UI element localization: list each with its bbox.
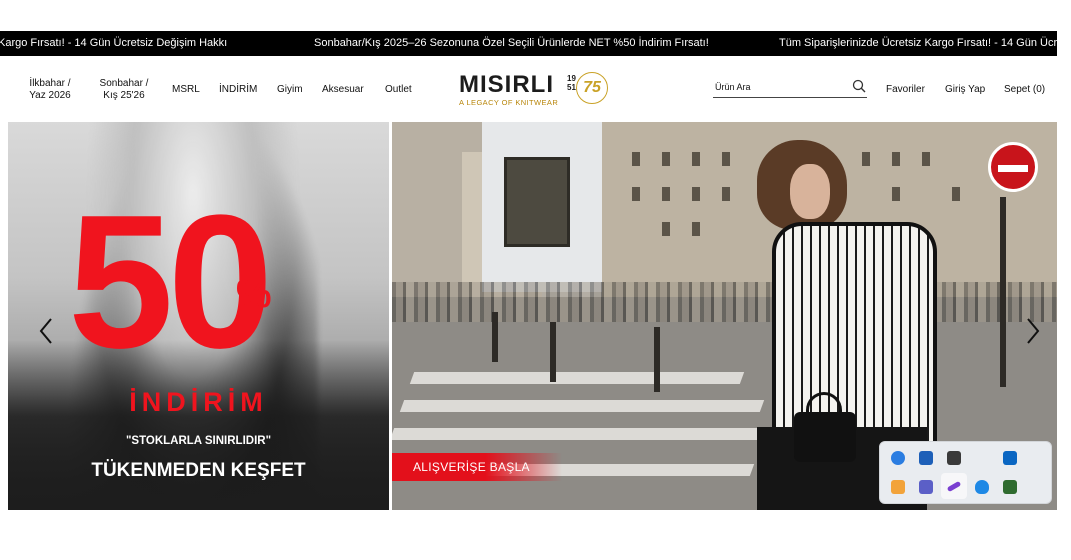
photo-bollard xyxy=(654,327,660,392)
logo-year-bottom: 51 xyxy=(567,83,576,92)
photo-window xyxy=(892,152,900,166)
logo-year-top: 19 xyxy=(567,74,576,83)
cart-link[interactable]: Sepet (0) xyxy=(1004,84,1045,95)
nav-aksesuar[interactable]: Aksesuar xyxy=(322,84,364,96)
nav-autumn-winter-2526[interactable]: Sonbahar / Kış 25'26 xyxy=(96,78,152,102)
favorites-link[interactable]: Favoriler xyxy=(886,84,925,95)
announcement-center: Sonbahar/Kış 2025–26 Sezonuna Özel Seçil… xyxy=(314,37,709,49)
chevron-right-icon[interactable] xyxy=(1023,316,1043,346)
nav-spring-summer-2026[interactable]: İlkbahar / Yaz 2026 xyxy=(24,78,76,102)
nav-outlet[interactable]: Outlet xyxy=(385,84,412,96)
search-icon[interactable] xyxy=(852,79,866,93)
nvidia-icon[interactable] xyxy=(1003,480,1017,494)
nav-label-line2: Kış 25'26 xyxy=(103,90,145,101)
photo-window xyxy=(722,152,730,166)
nav-giyim[interactable]: Giyim xyxy=(277,84,303,96)
nav-label-line1: İlkbahar / xyxy=(29,78,71,89)
mail-icon[interactable] xyxy=(891,480,905,494)
search-box xyxy=(713,76,867,98)
logo-wordmark: MISIRLI xyxy=(459,71,554,98)
announcement-left: Kargo Fırsatı! - 14 Gün Ücretsiz Değişim… xyxy=(0,37,228,49)
crosswalk-stripe xyxy=(392,428,775,440)
shop-now-button[interactable]: ALIŞVERİŞE BAŞLA xyxy=(392,453,562,481)
photo-window xyxy=(692,152,700,166)
photo-window xyxy=(662,187,670,201)
photo-window xyxy=(862,152,870,166)
model-bag xyxy=(794,412,856,462)
stock-note: "STOKLARLA SINIRLIDIR" xyxy=(125,435,272,447)
photo-window xyxy=(632,187,640,201)
photo-bollard xyxy=(550,322,556,382)
photo-window xyxy=(722,187,730,201)
login-link[interactable]: Giriş Yap xyxy=(945,84,985,95)
discount-word: İNDİRİM xyxy=(129,387,268,417)
brand-logo[interactable]: MISIRLI 19 51 A LEGACY OF KNITWEAR 75 xyxy=(456,70,616,110)
onedrive-icon[interactable] xyxy=(975,480,989,494)
discover-cta[interactable]: TÜKENMEDEN KEŞFET xyxy=(8,460,389,482)
crosswalk-stripe xyxy=(409,372,745,384)
photo-window xyxy=(692,222,700,236)
logo-year: 19 51 xyxy=(567,74,576,92)
anniversary-seal: 75 xyxy=(576,72,608,104)
photo-window xyxy=(692,187,700,201)
announcement-bar: Kargo Fırsatı! - 14 Gün Ücretsiz Değişim… xyxy=(0,31,1057,56)
sale-banner[interactable]: 50 % İNDİRİM "STOKLARLA SINIRLIDIR" TÜKE… xyxy=(8,122,389,510)
photo-window xyxy=(662,222,670,236)
nav-label-line2: Yaz 2026 xyxy=(29,90,71,101)
photo-window xyxy=(892,187,900,201)
app-icon[interactable] xyxy=(947,451,961,465)
photo-window xyxy=(662,152,670,166)
photo-window xyxy=(952,187,960,201)
photo-window xyxy=(632,152,640,166)
nav-indirim[interactable]: İNDİRİM xyxy=(219,84,257,96)
teams-icon[interactable] xyxy=(919,480,933,494)
nav-label-line1: Sonbahar / xyxy=(99,78,149,89)
photo-sign-pole xyxy=(1000,197,1006,387)
photo-window xyxy=(922,152,930,166)
logo-tagline: A LEGACY OF KNITWEAR xyxy=(459,98,559,107)
site-header: İlkbahar / Yaz 2026 Sonbahar / Kış 25'26… xyxy=(0,56,1057,122)
photo-kiosk xyxy=(504,157,570,247)
no-entry-sign xyxy=(988,142,1038,192)
bluetooth-icon[interactable] xyxy=(891,451,905,465)
defender-icon[interactable] xyxy=(919,451,933,465)
outlook-icon[interactable] xyxy=(1003,451,1017,465)
model-face xyxy=(790,164,830,219)
announcement-right: Tüm Siparişlerinizde Ücretsiz Kargo Fırs… xyxy=(779,37,1057,49)
nav-msrl[interactable]: MSRL xyxy=(172,84,200,96)
percent-sign: % xyxy=(236,272,272,316)
crosswalk-stripe xyxy=(399,400,765,412)
photo-bollard xyxy=(492,312,498,362)
search-input[interactable] xyxy=(715,79,845,95)
chevron-left-icon[interactable] xyxy=(36,316,56,346)
system-tray-popup xyxy=(879,441,1052,504)
